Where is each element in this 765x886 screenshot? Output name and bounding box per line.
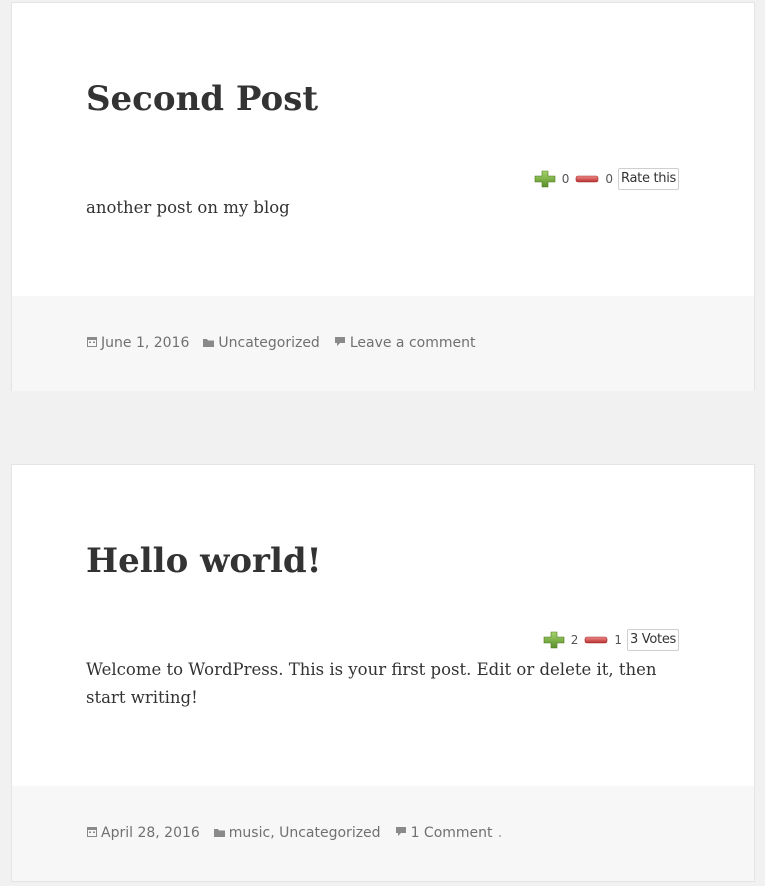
category-link-uncategorized[interactable]: Uncategorized bbox=[279, 825, 380, 841]
comment-icon bbox=[395, 825, 407, 841]
post-date-link[interactable]: April 28, 2016 bbox=[101, 825, 200, 841]
rate-this-button[interactable]: Rate this bbox=[618, 168, 679, 190]
comments-link[interactable]: Leave a comment bbox=[350, 335, 476, 351]
post-meta: April 28, 2016 music, Uncategorized 1 Co… bbox=[87, 825, 515, 841]
comments-link[interactable]: 1 Comment bbox=[411, 825, 493, 841]
thumb-down-icon[interactable] bbox=[584, 633, 608, 647]
dislikes-count: 1 bbox=[614, 633, 622, 647]
category-link[interactable]: Uncategorized bbox=[218, 335, 319, 351]
post-content: Welcome to WordPress. This is your first… bbox=[86, 660, 657, 707]
post-article: Second Post 0 0 Rate this another post o… bbox=[11, 2, 755, 391]
categories: Uncategorized bbox=[203, 335, 320, 351]
post-title[interactable]: Second Post bbox=[86, 79, 318, 119]
rating-widget: 2 1 3 Votes bbox=[543, 629, 679, 651]
calendar-icon bbox=[87, 335, 97, 351]
calendar-icon bbox=[87, 825, 97, 841]
votes-button[interactable]: 3 Votes bbox=[626, 629, 679, 651]
comment-icon bbox=[334, 335, 346, 351]
categories: music, Uncategorized bbox=[213, 825, 381, 841]
thumb-down-icon[interactable] bbox=[575, 172, 599, 186]
posted-on: April 28, 2016 bbox=[87, 825, 200, 841]
comments: 1 Comment bbox=[395, 825, 501, 841]
post-date-link[interactable]: June 1, 2016 bbox=[101, 335, 189, 351]
post-footer: April 28, 2016 music, Uncategorized 1 Co… bbox=[12, 786, 754, 881]
thumb-up-icon[interactable] bbox=[534, 170, 556, 188]
category-link-music[interactable]: music bbox=[229, 825, 270, 841]
separator-dot bbox=[498, 835, 501, 837]
post-article: Hello world! 2 1 3 Votes Welcome to Word… bbox=[11, 464, 755, 882]
post-title[interactable]: Hello world! bbox=[86, 541, 322, 581]
folder-icon bbox=[213, 825, 225, 841]
post-meta: June 1, 2016 Uncategorized Leave a comme… bbox=[87, 335, 489, 351]
post-content: another post on my blog bbox=[86, 198, 290, 217]
posted-on: June 1, 2016 bbox=[87, 335, 189, 351]
thumb-up-icon[interactable] bbox=[543, 631, 565, 649]
category-separator: , bbox=[270, 825, 280, 841]
dislikes-count: 0 bbox=[605, 172, 614, 186]
likes-count: 2 bbox=[570, 633, 579, 647]
rating-widget: 0 0 Rate this bbox=[534, 168, 679, 190]
folder-icon bbox=[203, 335, 215, 351]
post-footer: June 1, 2016 Uncategorized Leave a comme… bbox=[12, 296, 754, 391]
comments: Leave a comment bbox=[334, 335, 476, 351]
likes-count: 0 bbox=[561, 172, 570, 186]
